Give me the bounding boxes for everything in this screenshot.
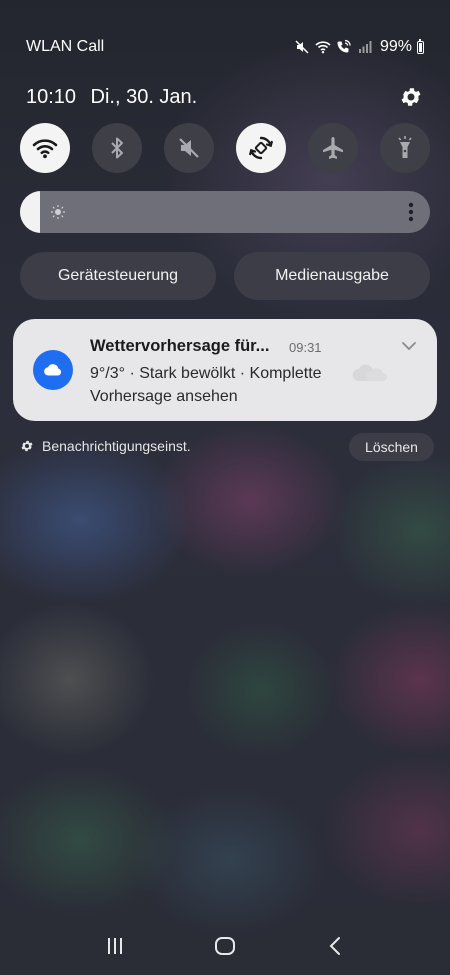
- bluetooth-toggle[interactable]: [92, 123, 142, 173]
- mute-icon: [295, 40, 309, 54]
- notification-body: 9°/3° · Stark bewölkt · Komplette Vorher…: [90, 365, 322, 405]
- status-bar: WLAN Call 99%: [26, 36, 424, 58]
- device-control-button[interactable]: Gerätesteuerung: [20, 252, 216, 300]
- notification-title: Wettervorhersage für...: [90, 337, 270, 355]
- wifi-icon: [315, 41, 331, 54]
- wifi-toggle[interactable]: [20, 123, 70, 173]
- chevron-down-icon[interactable]: [401, 341, 417, 351]
- signal-icon: [358, 41, 372, 53]
- navigation-bar: [0, 926, 450, 966]
- brightness-slider[interactable]: [20, 191, 430, 233]
- weather-app-icon: [33, 350, 73, 390]
- gear-icon: [401, 88, 421, 106]
- weather-thumbnail-icon: [352, 364, 388, 382]
- quick-settings: [20, 123, 430, 173]
- date[interactable]: Di., 30. Jan.: [91, 86, 198, 108]
- time-date-row: 10:10 Di., 30. Jan.: [26, 84, 424, 110]
- carrier-label: WLAN Call: [26, 38, 105, 55]
- sound-toggle[interactable]: [164, 123, 214, 173]
- flashlight-icon: [398, 136, 412, 158]
- media-output-button[interactable]: Medienausgabe: [234, 252, 430, 300]
- clear-button[interactable]: Löschen: [349, 433, 434, 461]
- more-options-icon[interactable]: [408, 202, 414, 222]
- mute-icon: [179, 138, 199, 158]
- notification-settings-label: Benachrichtigungseinst.: [42, 438, 191, 454]
- clock[interactable]: 10:10: [26, 86, 76, 108]
- weather-notification[interactable]: Wettervorhersage für... 09:31 9°/3° · St…: [13, 319, 437, 421]
- home-button[interactable]: [205, 931, 245, 961]
- auto-rotate-icon: [249, 136, 273, 160]
- recent-apps-icon: [108, 938, 122, 954]
- status-icons: 99%: [294, 38, 424, 56]
- settings-button[interactable]: [398, 84, 424, 110]
- control-buttons: Gerätesteuerung Medienausgabe: [20, 252, 430, 300]
- notification-settings-link[interactable]: Benachrichtigungseinst.: [20, 438, 191, 454]
- battery-percent: 99%: [379, 38, 412, 55]
- cloud-icon: [44, 364, 62, 376]
- home-icon: [215, 937, 235, 955]
- recent-apps-button[interactable]: [95, 931, 135, 961]
- notification-time: 09:31: [289, 340, 322, 355]
- gear-icon: [21, 440, 33, 452]
- auto-rotate-toggle[interactable]: [236, 123, 286, 173]
- wifi-calling-icon: [337, 39, 351, 53]
- airplane-icon: [323, 137, 343, 159]
- airplane-mode-toggle[interactable]: [308, 123, 358, 173]
- wifi-icon: [32, 139, 58, 159]
- notification-footer: Benachrichtigungseinst. Löschen: [20, 433, 434, 461]
- back-button[interactable]: [315, 931, 355, 961]
- bluetooth-icon: [111, 137, 123, 159]
- brightness-fill: [20, 191, 40, 233]
- battery-icon: [417, 38, 424, 54]
- back-icon: [329, 937, 340, 955]
- brightness-icon: [51, 205, 65, 219]
- flashlight-toggle[interactable]: [380, 123, 430, 173]
